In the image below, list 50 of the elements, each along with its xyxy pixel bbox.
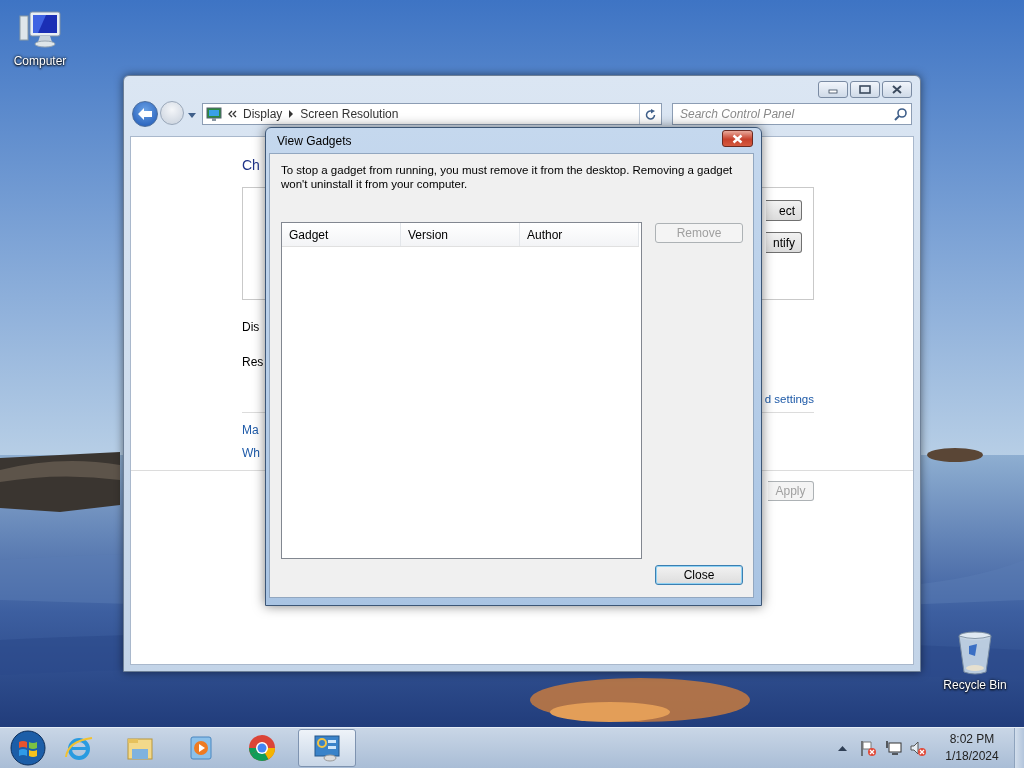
start-button[interactable] [8,728,48,768]
search-field[interactable]: Search Control Panel [672,103,912,125]
desktop-icon-label: Recycle Bin [943,678,1007,692]
search-icon [894,107,907,121]
breadcrumb-item[interactable]: Display [243,107,283,121]
maximize-button[interactable] [850,81,880,98]
dialog-button[interactable]: Close [655,565,743,585]
speaker-muted-icon[interactable] [908,739,927,757]
panel-button[interactable]: ntify [766,232,802,253]
refresh-icon [645,108,656,120]
breadcrumb-arrow-icon[interactable] [288,110,295,118]
minimize-button[interactable] [818,81,848,98]
caret-icon [838,745,847,751]
restore-icon [859,85,871,94]
gadget-list[interactable]: Gadget Version Author [281,222,642,559]
recycle-bin-icon[interactable] [955,630,995,676]
close-icon [892,85,902,94]
column-header[interactable]: Gadget [282,223,401,246]
control-panel-icon [312,733,342,763]
dialog-title: View Gadgets [277,133,352,148]
breadcrumb-item[interactable]: Screen Resolution [300,107,399,121]
chrome-icon [246,733,277,763]
clock-date: 1/18/2024 [945,748,999,765]
field-label: Res [242,355,264,369]
column-header[interactable]: Version [401,223,520,246]
help-link[interactable]: Ma [242,423,259,437]
help-link[interactable]: Wh [242,446,260,460]
dialog-message: To stop a gadget from running, you must remove it from the desktop. Removing a gadget won't uninstall it from your computer. [281,163,734,191]
desktop-icon-label: Computer [13,54,67,68]
field-label: Dis [242,320,260,334]
clock[interactable]: 8:02 PM 1/18/2024 [936,731,1008,765]
settings-link[interactable]: d settings [764,393,814,405]
page-heading: Ch [242,157,260,175]
panel-button[interactable]: ect [766,200,802,221]
search-input[interactable]: Search Control Panel [680,105,894,123]
back-arrow-icon [137,107,153,121]
column-header[interactable]: Author [520,223,639,246]
close-icon [732,133,743,144]
monitor-icon [206,106,222,122]
close-button[interactable] [722,130,753,147]
address-field[interactable]: Display Screen Resolution [202,103,662,125]
taskbar-button[interactable] [298,729,356,767]
caret-icon[interactable] [188,112,196,118]
windows-orb-icon [10,730,46,766]
back-button[interactable] [132,101,158,127]
clock-time: 8:02 PM [949,731,995,748]
double-chevron-icon [228,110,237,118]
flag-error-icon[interactable] [858,739,877,757]
close-button[interactable] [882,81,912,98]
network-icon[interactable] [883,739,902,757]
